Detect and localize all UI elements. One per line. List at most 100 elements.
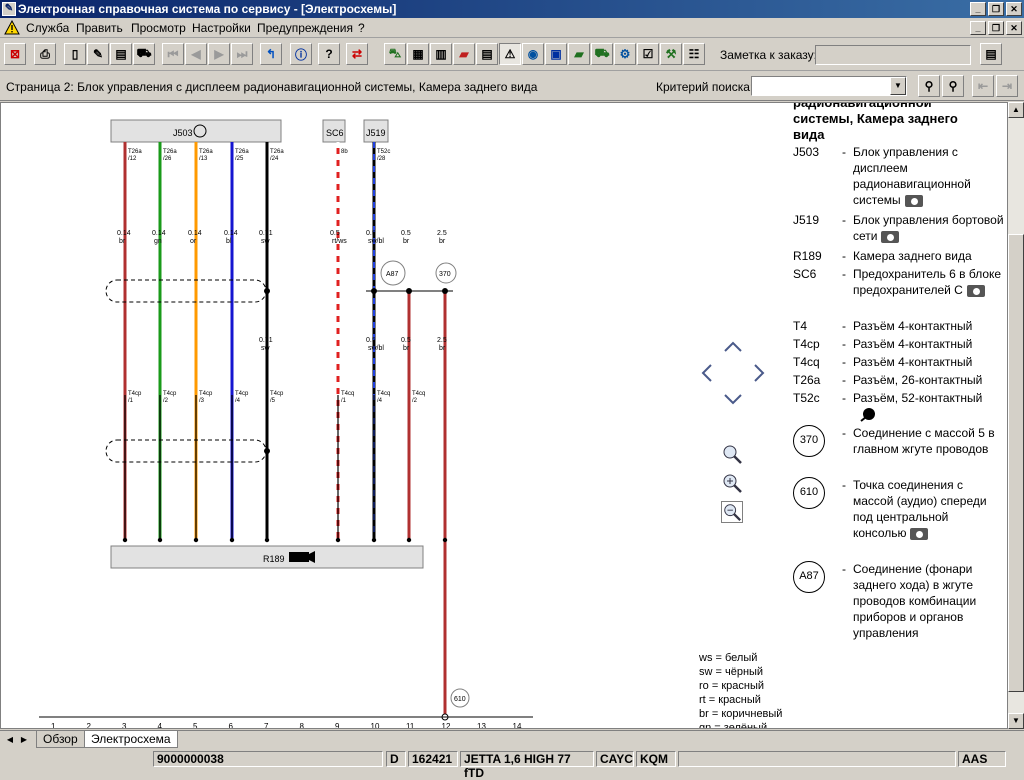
minimize-button[interactable]: _ xyxy=(970,2,986,16)
menu-item-warnings[interactable]: Предупреждения xyxy=(257,21,353,35)
zoom-in-icon[interactable] xyxy=(721,472,743,494)
vertical-scrollbar[interactable]: ▲ ▼ xyxy=(1008,102,1024,729)
component-j503[interactable]: J503 xyxy=(110,119,282,143)
connector-label: T4cp xyxy=(235,391,249,397)
component-sc6[interactable]: SC6 xyxy=(322,119,346,143)
mdi-restore-button[interactable]: ❐ xyxy=(988,21,1004,35)
menu-item-service[interactable]: Служба xyxy=(26,21,69,35)
tab-schematic[interactable]: Электросхема xyxy=(84,731,178,748)
globe-icon[interactable]: ◉ xyxy=(522,43,544,65)
save-icon[interactable]: ▣ xyxy=(545,43,567,65)
info-icon[interactable]: ⓘ xyxy=(290,43,312,65)
close-button[interactable]: ✕ xyxy=(1006,2,1022,16)
connector-label: /1 xyxy=(128,398,134,404)
pin-label: /12 xyxy=(128,156,137,162)
pin-label: T26a xyxy=(235,149,249,155)
wire-size-label: 2.5 xyxy=(437,337,447,344)
wire-size-label: 0.14 xyxy=(152,230,166,237)
component-j519[interactable]: J519 xyxy=(363,119,389,143)
mdi-minimize-button[interactable]: _ xyxy=(970,21,986,35)
scroll-down-icon[interactable]: ▼ xyxy=(1008,713,1024,729)
print-icon[interactable]: ⎙ xyxy=(34,43,56,65)
checklist-icon[interactable]: ☑ xyxy=(637,43,659,65)
wire-color-label: br xyxy=(403,345,410,352)
camera-icon[interactable] xyxy=(910,527,929,540)
car-icon[interactable]: ⛟ xyxy=(133,43,155,65)
magnifier-icon[interactable] xyxy=(721,443,743,465)
order-note-input[interactable] xyxy=(815,45,971,65)
repair-icon[interactable]: ⚙ xyxy=(614,43,636,65)
camera-icon[interactable] xyxy=(881,230,900,243)
book-icon[interactable]: ▰ xyxy=(453,43,475,65)
pin-label: T26a xyxy=(128,149,142,155)
tab-overview[interactable]: Обзор xyxy=(36,731,85,748)
mdi-close-button[interactable]: ✕ xyxy=(1006,21,1022,35)
car-diagnostics-icon[interactable]: ⛟ xyxy=(591,43,613,65)
ruler-number: 10 xyxy=(371,722,380,729)
go-up-icon[interactable]: ↰ xyxy=(260,43,282,65)
connector-icon[interactable] xyxy=(859,407,877,423)
pan-up-icon[interactable] xyxy=(724,341,742,352)
page-forward-icon[interactable]: ⇥ xyxy=(996,75,1018,97)
page-back-icon[interactable]: ⇤ xyxy=(972,75,994,97)
search-criterion-select[interactable]: ▼ xyxy=(751,76,907,96)
splice-dot xyxy=(264,448,270,454)
maximize-button[interactable]: ❐ xyxy=(988,2,1004,16)
terminal-dot xyxy=(193,537,199,543)
pan-left-icon[interactable] xyxy=(701,364,712,382)
toolbar: ⊠ ⎙ ▯ ✎ ▤ ⛟ ⏮ ◀ ▶ ⏭ ↰ ⓘ ? ⇄ ⛍ ▦ ▥ ▰ ▤ ⚠ … xyxy=(0,39,1024,71)
tab-bar: ◀ ▶ Обзор Электросхема xyxy=(0,730,1024,748)
warning-toolbar-icon[interactable]: ⚠ xyxy=(499,43,521,65)
chevron-down-icon[interactable]: ▼ xyxy=(890,77,906,95)
notes-icon[interactable]: ▤ xyxy=(110,43,132,65)
vehicle-icon[interactable]: ⛍ xyxy=(384,43,406,65)
component-r189-label: R189 xyxy=(263,554,285,564)
first-page-icon[interactable]: ⏮ xyxy=(162,43,184,65)
tasks-icon[interactable]: ☷ xyxy=(683,43,705,65)
pan-right-icon[interactable] xyxy=(754,364,765,382)
connector-label: /2 xyxy=(412,398,418,404)
scroll-up-icon[interactable]: ▲ xyxy=(1008,102,1024,118)
ground-point-a87[interactable]: A87 xyxy=(380,260,406,286)
help-icon[interactable]: ? xyxy=(318,43,340,65)
new-document-icon[interactable]: ▯ xyxy=(64,43,86,65)
menu-item-view[interactable]: Просмотр xyxy=(131,21,186,35)
component-sc6-label: SC6 xyxy=(326,128,344,138)
last-page-icon[interactable]: ⏭ xyxy=(231,43,253,65)
green-book-icon[interactable]: ▰ xyxy=(568,43,590,65)
pan-down-icon[interactable] xyxy=(724,394,742,405)
tab-scroll-right-icon[interactable]: ▶ xyxy=(18,733,30,747)
scroll-thumb[interactable] xyxy=(1008,234,1024,692)
search-next-icon[interactable]: ⚲ xyxy=(942,75,964,97)
swap-icon[interactable]: ⇄ xyxy=(346,43,368,65)
prev-page-icon[interactable]: ◀ xyxy=(185,43,207,65)
order-note-button[interactable]: ▤ xyxy=(980,43,1002,65)
app-icon: ✎ xyxy=(2,2,16,16)
next-page-icon[interactable]: ▶ xyxy=(208,43,230,65)
wire-size-label: 0.5 xyxy=(401,230,411,237)
exit-icon[interactable]: ⊠ xyxy=(4,43,26,65)
info-bar: Страница 2: Блок управления с дисплеем р… xyxy=(0,72,1024,101)
document-list-icon[interactable]: ▥ xyxy=(430,43,452,65)
search-prev-icon[interactable]: ⚲ xyxy=(918,75,940,97)
menu-item-edit[interactable]: Править xyxy=(76,21,123,35)
manual-icon[interactable]: ▤ xyxy=(476,43,498,65)
ruler-number: 3 xyxy=(122,722,127,729)
wiring-diagram: J503 SC6 J519 R189 T26a/12 0.14 br T4cp/1 T2… xyxy=(39,119,533,729)
calculator-icon[interactable]: ▦ xyxy=(407,43,429,65)
tab-scroll-left-icon[interactable]: ◀ xyxy=(4,733,16,747)
edit-document-icon[interactable]: ✎ xyxy=(87,43,109,65)
camera-icon[interactable] xyxy=(904,194,923,207)
camera-icon[interactable] xyxy=(966,284,985,297)
ruler-number: 11 xyxy=(406,722,415,729)
ground-point-610[interactable]: 610 xyxy=(450,688,470,708)
ruler-number: 8 xyxy=(300,722,305,729)
pin-label: /26 xyxy=(163,156,172,162)
ground-point-370[interactable]: 370 xyxy=(435,262,457,284)
tools-icon[interactable]: ⚒ xyxy=(660,43,682,65)
component-r189[interactable]: R189 xyxy=(110,545,424,569)
menu-item-settings[interactable]: Настройки xyxy=(192,21,251,35)
zoom-out-icon[interactable] xyxy=(721,501,743,523)
menu-item-help[interactable]: ? xyxy=(358,21,365,35)
terminal-dot xyxy=(157,537,163,543)
